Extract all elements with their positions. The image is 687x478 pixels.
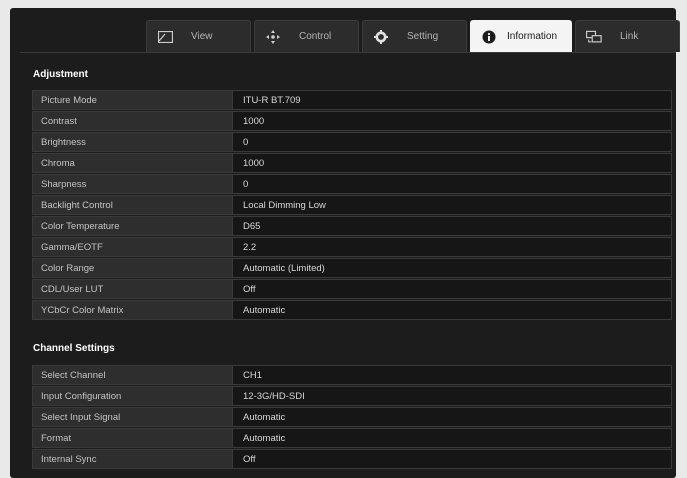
row-label: Select Channel xyxy=(32,365,232,385)
tab-view[interactable]: View xyxy=(146,20,251,52)
view-icon xyxy=(157,30,173,44)
tab-information-label: Information xyxy=(507,31,558,42)
row-value: 12-3G/HD-SDI xyxy=(232,386,672,406)
tab-setting[interactable]: Setting xyxy=(362,20,467,52)
table-row: Picture Mode ITU-R BT.709 xyxy=(32,90,672,111)
row-value: Automatic xyxy=(232,428,672,448)
table-row: Color Range Automatic (Limited) xyxy=(32,258,672,279)
row-value: 0 xyxy=(232,132,672,152)
row-label: Sharpness xyxy=(32,174,232,194)
row-value: Off xyxy=(232,449,672,469)
table-row: Sharpness 0 xyxy=(32,174,672,195)
tab-control[interactable]: Control xyxy=(254,20,359,52)
row-value: 0 xyxy=(232,174,672,194)
row-label: Chroma xyxy=(32,153,232,173)
row-label: Color Range xyxy=(32,258,232,278)
row-value: Automatic (Limited) xyxy=(232,258,672,278)
tab-divider xyxy=(20,52,676,53)
row-label: CDL/User LUT xyxy=(32,279,232,299)
row-label: Format xyxy=(32,428,232,448)
row-value: Off xyxy=(232,279,672,299)
tab-link[interactable]: Link xyxy=(575,20,680,52)
table-row: Color Temperature D65 xyxy=(32,216,672,237)
table-row: Contrast 1000 xyxy=(32,111,672,132)
table-row: Select Channel CH1 xyxy=(32,365,672,386)
row-label: Brightness xyxy=(32,132,232,152)
info-icon xyxy=(481,30,497,44)
row-value: ITU-R BT.709 xyxy=(232,90,672,110)
tab-link-label: Link xyxy=(620,31,639,42)
control-icon xyxy=(265,29,281,44)
row-label: Internal Sync xyxy=(32,449,232,469)
gear-icon xyxy=(373,29,389,44)
channel-settings-title: Channel Settings xyxy=(33,343,115,354)
row-label: Gamma/EOTF xyxy=(32,237,232,257)
table-row: CDL/User LUT Off xyxy=(32,279,672,300)
row-value: CH1 xyxy=(232,365,672,385)
row-value: 2.2 xyxy=(232,237,672,257)
row-label: Contrast xyxy=(32,111,232,131)
table-row: YCbCr Color Matrix Automatic xyxy=(32,300,672,321)
row-label: Input Configuration xyxy=(32,386,232,406)
row-value: Local Dimming Low xyxy=(232,195,672,215)
row-value: Automatic xyxy=(232,300,672,320)
row-label: Picture Mode xyxy=(32,90,232,110)
tab-view-label: View xyxy=(191,31,213,42)
adjustment-title: Adjustment xyxy=(33,69,88,80)
row-label: Backlight Control xyxy=(32,195,232,215)
adjustment-table: Picture Mode ITU-R BT.709 Contrast 1000 … xyxy=(32,90,672,321)
table-row: Format Automatic xyxy=(32,428,672,449)
table-row: Gamma/EOTF 2.2 xyxy=(32,237,672,258)
table-row: Chroma 1000 xyxy=(32,153,672,174)
row-value: 1000 xyxy=(232,153,672,173)
channel-settings-table: Select Channel CH1 Input Configuration 1… xyxy=(32,365,672,470)
row-value: Automatic xyxy=(232,407,672,427)
row-value: D65 xyxy=(232,216,672,236)
row-label: Select Input Signal xyxy=(32,407,232,427)
monitor-web-panel: View Control Setting Information Link Ad… xyxy=(10,8,680,478)
tab-setting-label: Setting xyxy=(407,31,439,42)
tab-bar: View Control Setting Information Link xyxy=(146,20,680,52)
table-row: Input Configuration 12-3G/HD-SDI xyxy=(32,386,672,407)
link-icon xyxy=(586,30,602,44)
table-row: Brightness 0 xyxy=(32,132,672,153)
table-row: Backlight Control Local Dimming Low xyxy=(32,195,672,216)
row-label: YCbCr Color Matrix xyxy=(32,300,232,320)
row-value: 1000 xyxy=(232,111,672,131)
table-row: Select Input Signal Automatic xyxy=(32,407,672,428)
table-row: Internal Sync Off xyxy=(32,449,672,470)
tab-information[interactable]: Information xyxy=(470,20,572,52)
row-label: Color Temperature xyxy=(32,216,232,236)
tab-control-label: Control xyxy=(299,31,332,42)
